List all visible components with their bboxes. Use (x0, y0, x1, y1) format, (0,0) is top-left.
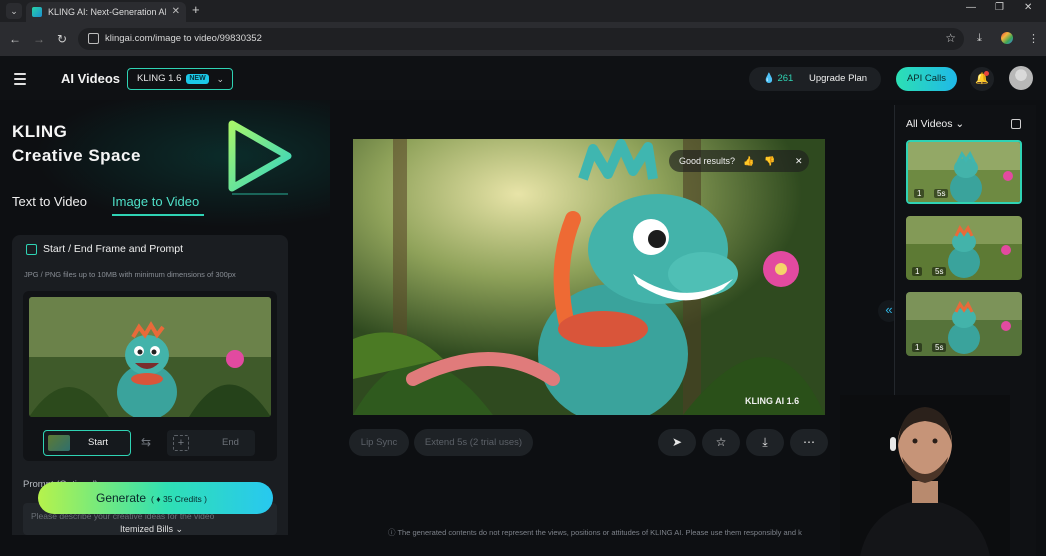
webcam-overlay-image (840, 395, 1010, 556)
browser-tab[interactable]: KLING AI: Next-Generation AI C ✕ (26, 2, 186, 22)
credits-value: 261 (777, 73, 794, 84)
close-feedback-icon[interactable]: ✕ (795, 150, 803, 172)
app-header: AI Videos KLING 1.6 NEW ⌄ 💧 261 Upgrade P… (0, 56, 1046, 100)
site-info-icon[interactable] (88, 33, 99, 44)
chevron-down-icon: ⌄ (175, 524, 184, 534)
history-thumb[interactable]: 1 5s (906, 140, 1022, 204)
notification-dot (984, 71, 989, 76)
kling-watermark: KLING AI 1.6 (745, 396, 800, 406)
browser-menu-icon[interactable]: ⋮ (1028, 32, 1039, 45)
new-tab-icon[interactable]: + (192, 2, 200, 18)
generate-credits: ( ♦ 35 Credits ) (151, 494, 207, 504)
browser-tab-bar: ⌄ KLING AI: Next-Generation AI C ✕ + — ❐… (0, 0, 1046, 22)
history-thumb[interactable]: 1 5s (906, 292, 1022, 356)
history-thumb[interactable]: 1 5s (906, 216, 1022, 280)
brand-line-1: KLING (12, 122, 68, 141)
thumb-count: 1 (912, 343, 923, 352)
thumb-count: 1 (912, 267, 923, 276)
frame-upload-area[interactable]: Start ⇆ + End (23, 291, 277, 461)
model-select[interactable]: KLING 1.6 NEW ⌄ (127, 68, 233, 90)
disclaimer: ⓘ The generated contents do not represen… (388, 527, 802, 538)
tab-close-icon[interactable]: ✕ (172, 2, 180, 22)
feedback-label: Good results? (679, 156, 736, 166)
favorite-star-icon[interactable]: ☆ (702, 429, 740, 456)
back-icon[interactable]: ← (9, 32, 21, 46)
active-tab-underline (112, 214, 204, 216)
new-badge: NEW (186, 74, 209, 84)
extend-button[interactable]: Extend 5s (2 trial uses) (414, 429, 533, 456)
notification-bell-icon[interactable]: 🔔 (970, 67, 994, 91)
url-field[interactable]: klingai.com/image to video/99830352 ☆ (78, 28, 964, 50)
profile-icon[interactable] (1001, 32, 1013, 44)
share-icon[interactable]: ➤ (658, 429, 696, 456)
brand-title: KLING Creative Space (12, 120, 141, 168)
browser-address-bar: ← → ↻ klingai.com/image to video/9983035… (0, 22, 1046, 56)
feedback-bar: Good results? 👍 👎 ✕ (669, 150, 809, 172)
thumbs-up-icon[interactable]: 👍 (743, 150, 754, 172)
tab-image-to-video[interactable]: Image to Video (112, 194, 199, 209)
api-calls-button[interactable]: API Calls (896, 67, 957, 91)
tab-search-icon[interactable]: ⌄ (6, 3, 22, 19)
all-videos-filter[interactable]: All Videos ⌄ (906, 118, 964, 130)
kling-play-logo-icon (228, 120, 292, 195)
thumb-duration: 5s (932, 267, 947, 276)
credit-drop-icon: ♦ (156, 494, 161, 504)
itemized-label: Itemized Bills (120, 524, 174, 534)
start-frame-image (29, 297, 271, 417)
app-root: ⌄ KLING AI: Next-Generation AI C ✕ + — ❐… (0, 0, 1046, 556)
generate-button[interactable]: Generate ( ♦ 35 Credits ) (38, 482, 273, 514)
page-title: AI Videos (61, 71, 121, 86)
multi-select-icon[interactable] (1011, 119, 1021, 129)
thumb-count: 1 (914, 189, 925, 198)
brand-line-2: Creative Space (12, 146, 141, 165)
history-thumb-image (906, 292, 1022, 356)
add-end-frame-icon: + (173, 435, 189, 451)
end-frame-button[interactable]: + End (167, 430, 255, 456)
thumbs-down-icon[interactable]: 👎 (764, 150, 775, 172)
generated-video-player[interactable] (353, 139, 825, 415)
generate-label: Generate (96, 491, 147, 505)
panel-title: Start / End Frame and Prompt (43, 243, 184, 255)
upload-hint: JPG / PNG files up to 10MB with minimum … (24, 270, 236, 279)
disclaimer-text: The generated contents do not represent … (397, 528, 802, 537)
hamburger-menu-icon[interactable] (14, 73, 26, 88)
credits-count: 💧 261 (763, 67, 793, 91)
upgrade-plan-button[interactable]: Upgrade Plan (809, 67, 867, 91)
thumb-duration: 5s (934, 189, 949, 198)
thumb-duration: 5s (932, 343, 947, 352)
maximize-icon[interactable]: ❐ (995, 2, 1004, 13)
download-icon[interactable]: ⤓ (746, 429, 784, 456)
start-frame-thumbnail (48, 435, 70, 451)
start-frame-button[interactable]: Start (43, 430, 131, 456)
chevron-down-icon: ⌄ (216, 74, 224, 84)
model-name: KLING 1.6 (137, 73, 182, 84)
swap-frames-icon[interactable]: ⇆ (141, 435, 151, 449)
credits-pill[interactable]: 💧 261 Upgrade Plan (749, 67, 881, 91)
all-videos-label: All Videos (906, 118, 953, 130)
tab-title: KLING AI: Next-Generation AI C (48, 7, 166, 17)
history-thumb-image (906, 216, 1022, 280)
history-thumb-image (908, 142, 1020, 202)
image-icon (26, 244, 37, 255)
kling-favicon-icon (32, 7, 42, 17)
forward-icon[interactable]: → (33, 32, 45, 46)
close-window-icon[interactable]: ✕ (1024, 2, 1032, 13)
more-options-icon[interactable]: ⋯ (790, 429, 828, 456)
info-icon: ⓘ (388, 528, 396, 537)
itemized-bills-toggle[interactable]: Itemized Bills ⌄ (120, 524, 183, 535)
bookmark-star-icon[interactable]: ☆ (945, 31, 956, 45)
lip-sync-button[interactable]: Lip Sync (349, 429, 409, 456)
generate-credits-value: 35 Credits (162, 494, 202, 504)
minimize-icon[interactable]: — (966, 2, 976, 13)
url-text: klingai.com/image to video/99830352 (105, 33, 262, 44)
avatar[interactable] (1009, 66, 1033, 90)
end-label: End (222, 437, 239, 448)
tab-text-to-video[interactable]: Text to Video (12, 194, 87, 209)
reload-icon[interactable]: ↻ (57, 32, 67, 46)
start-label: Start (88, 437, 109, 448)
download-icon[interactable]: ⤓ (977, 32, 982, 45)
credit-drop-icon: 💧 (763, 73, 775, 84)
